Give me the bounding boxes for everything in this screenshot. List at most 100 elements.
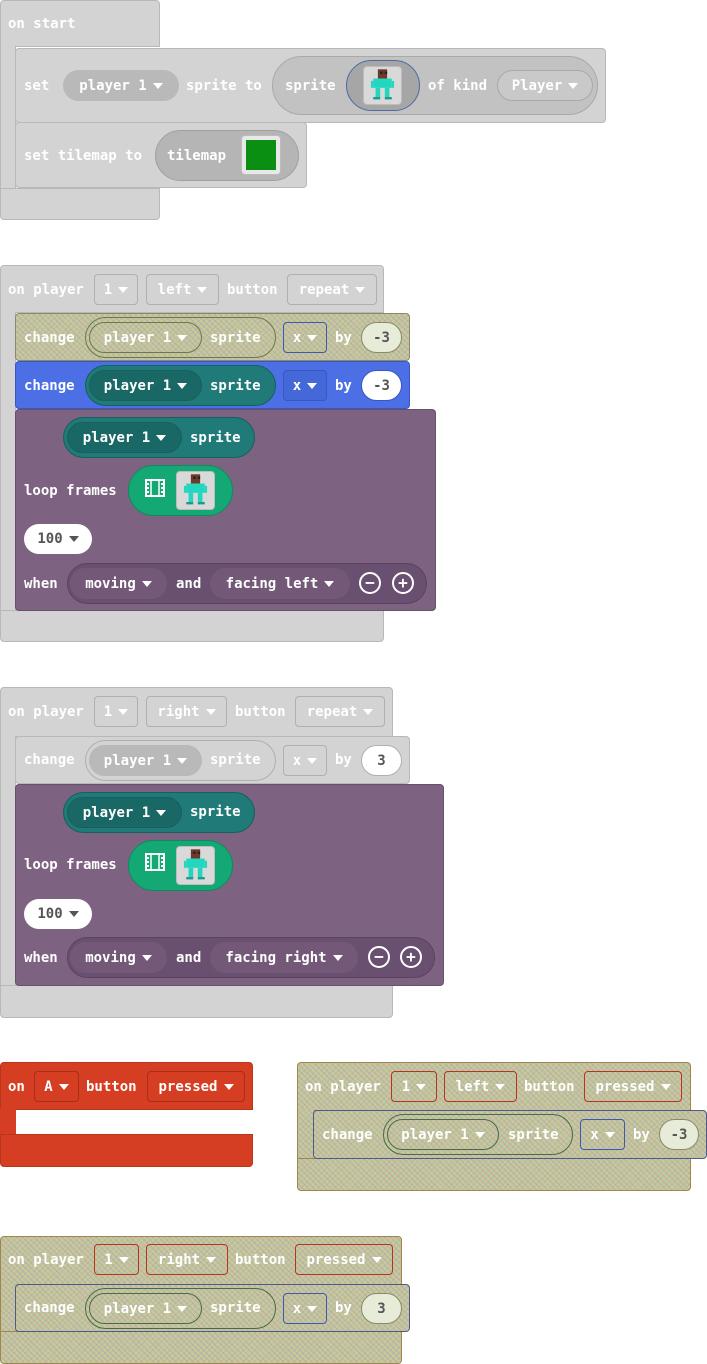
variable-dropdown-value: player 1: [79, 77, 147, 94]
event-dropdown[interactable]: pressed: [147, 1071, 245, 1102]
chevron-down-icon: [495, 1083, 506, 1090]
variable-dropdown[interactable]: player 1: [89, 322, 202, 353]
sprite-label: sprite: [210, 330, 261, 346]
tilemap-green-square: [246, 140, 276, 170]
player-number-dropdown[interactable]: 1: [94, 274, 138, 305]
sprite-label: sprite: [190, 430, 241, 446]
add-condition-button[interactable]: +: [400, 946, 422, 968]
event-dropdown[interactable]: repeat: [287, 274, 377, 305]
chevron-down-icon: [307, 1305, 318, 1312]
interval-dropdown[interactable]: 100: [24, 899, 92, 929]
axis-dropdown[interactable]: x: [283, 745, 327, 776]
on-start-block-footer: [0, 188, 160, 220]
variable-value: player 1: [103, 752, 172, 769]
axis-value: x: [292, 752, 302, 769]
variable-dropdown[interactable]: player 1: [89, 1293, 202, 1324]
variable-dropdown[interactable]: player 1: [63, 70, 179, 101]
variable-dropdown[interactable]: player 1: [89, 370, 202, 401]
chevron-down-icon: [416, 1083, 427, 1090]
left-repeat-footer: [0, 610, 384, 642]
chevron-down-icon: [141, 580, 152, 587]
key-dropdown[interactable]: A: [34, 1071, 79, 1102]
event-value: pressed: [306, 1251, 366, 1268]
amount-value: 3: [377, 1300, 386, 1317]
interval-dropdown[interactable]: 100: [24, 524, 92, 554]
remove-condition-button[interactable]: −: [368, 946, 390, 968]
add-condition-button[interactable]: +: [392, 572, 414, 594]
axis-dropdown[interactable]: x: [283, 322, 327, 353]
event-value: pressed: [158, 1078, 218, 1095]
amount-input[interactable]: 3: [361, 1293, 402, 1324]
player-number-dropdown[interactable]: 1: [94, 1244, 139, 1275]
event-value: repeat: [306, 703, 358, 720]
chevron-down-icon: [152, 82, 163, 89]
on-player-label: on player: [305, 1079, 381, 1095]
player-number-value: 1: [103, 703, 113, 720]
chevron-down-icon: [205, 708, 216, 715]
player-character-icon: [183, 849, 208, 880]
a-button-footer: [0, 1134, 253, 1167]
variable-value: player 1: [401, 1126, 469, 1143]
event-dropdown[interactable]: pressed: [295, 1244, 393, 1275]
state-dropdown[interactable]: facing left: [210, 568, 350, 599]
left-repeat-side: [0, 312, 16, 612]
tilemap-thumbnail-icon[interactable]: [241, 135, 281, 175]
chevron-down-icon: [68, 911, 79, 917]
variable-value: player 1: [82, 804, 151, 821]
variable-dropdown[interactable]: player 1: [89, 745, 202, 776]
by-label: by: [335, 1300, 352, 1316]
by-label: by: [335, 752, 352, 768]
direction-dropdown[interactable]: right: [146, 1244, 228, 1275]
player-number-dropdown[interactable]: 1: [391, 1071, 437, 1102]
event-dropdown[interactable]: repeat: [295, 696, 385, 727]
direction-dropdown[interactable]: left: [444, 1071, 517, 1102]
axis-dropdown[interactable]: x: [283, 1293, 327, 1324]
player-sprite-icon: [176, 846, 215, 885]
chevron-down-icon: [307, 757, 318, 764]
state-dropdown[interactable]: moving: [70, 942, 167, 973]
variable-value: player 1: [82, 429, 151, 446]
player-number-dropdown[interactable]: 1: [94, 696, 138, 727]
by-label: by: [335, 378, 352, 394]
variable-dropdown[interactable]: player 1: [387, 1119, 499, 1150]
variable-value: player 1: [103, 1300, 172, 1317]
chevron-down-icon: [58, 1083, 69, 1090]
kind-dropdown-value: Player: [511, 77, 563, 94]
axis-dropdown[interactable]: x: [580, 1119, 625, 1150]
variable-value: player 1: [103, 329, 172, 346]
variable-dropdown[interactable]: player 1: [67, 422, 182, 453]
by-label: by: [633, 1127, 650, 1143]
change-label: change: [24, 752, 75, 768]
event-dropdown[interactable]: pressed: [584, 1071, 682, 1102]
direction-value: right: [157, 1251, 201, 1268]
player-number-value: 1: [104, 1251, 113, 1268]
chevron-down-icon: [156, 809, 167, 816]
axis-dropdown[interactable]: x: [283, 370, 327, 401]
state-value: facing right: [225, 949, 327, 966]
amount-input[interactable]: 3: [361, 745, 402, 776]
chevron-down-icon: [307, 382, 318, 389]
on-label: on: [8, 1079, 25, 1095]
on-start-block-side: [0, 46, 16, 196]
state-dropdown[interactable]: facing right: [210, 942, 358, 973]
kind-dropdown[interactable]: Player: [497, 70, 593, 101]
player-number-value: 1: [401, 1078, 411, 1095]
film-icon: [145, 479, 165, 497]
amount-input[interactable]: -3: [361, 322, 402, 353]
direction-dropdown[interactable]: right: [146, 696, 227, 727]
change-label: change: [24, 330, 75, 346]
state-dropdown[interactable]: moving: [70, 568, 167, 599]
axis-value: x: [292, 329, 302, 346]
direction-dropdown[interactable]: left: [146, 274, 219, 305]
amount-input[interactable]: -3: [361, 370, 402, 401]
remove-condition-button[interactable]: −: [359, 572, 381, 594]
chevron-down-icon: [660, 1083, 671, 1090]
set-tilemap-label: set tilemap to: [24, 148, 143, 164]
chevron-down-icon: [474, 1131, 485, 1138]
chevron-down-icon: [177, 757, 188, 764]
right-pressed-footer: [0, 1331, 402, 1364]
change-label: change: [322, 1127, 373, 1143]
variable-dropdown[interactable]: player 1: [67, 797, 182, 828]
amount-input[interactable]: -3: [659, 1119, 699, 1150]
chevron-down-icon: [156, 434, 167, 441]
